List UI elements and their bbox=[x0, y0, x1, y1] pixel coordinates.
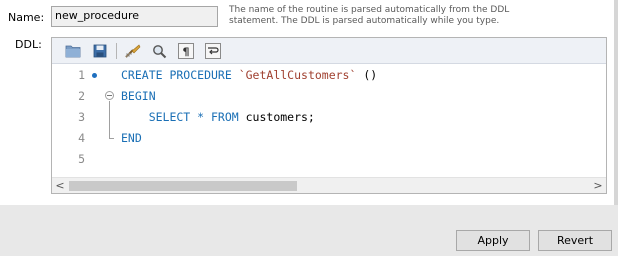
line-text: CREATE PROCEDURE `GetAllCustomers` () bbox=[121, 65, 377, 85]
plain-token: () bbox=[356, 68, 378, 82]
help-text-line-2: statement. The DDL is parsed automatical… bbox=[229, 16, 500, 26]
apply-button[interactable]: Apply bbox=[456, 230, 530, 251]
statement-marker-icon bbox=[92, 73, 97, 78]
svg-text:¶: ¶ bbox=[183, 46, 190, 59]
editor-toolbar: ¶ bbox=[52, 38, 606, 64]
line-number: 5 bbox=[78, 152, 85, 166]
code-line: 3 SELECT * FROM customers; bbox=[52, 107, 606, 127]
ddl-label: DDL: bbox=[15, 38, 42, 51]
routine-name-field[interactable]: new_procedure bbox=[51, 6, 218, 27]
find-icon bbox=[152, 44, 166, 58]
keyword-token: END bbox=[121, 131, 142, 145]
find-button[interactable] bbox=[150, 42, 168, 60]
code-line: 1 CREATE PROCEDURE `GetAllCustomers` () bbox=[52, 65, 606, 85]
word-wrap-icon bbox=[205, 43, 221, 59]
fold-end-marker bbox=[109, 138, 114, 139]
name-label: Name: bbox=[8, 11, 45, 24]
line-number: 3 bbox=[78, 110, 85, 124]
line-number: 4 bbox=[78, 131, 85, 145]
open-file-button[interactable] bbox=[64, 42, 82, 60]
scroll-right-icon[interactable]: > bbox=[590, 178, 606, 194]
help-text-line-1: The name of the routine is parsed automa… bbox=[229, 5, 510, 15]
line-text: END bbox=[121, 128, 142, 148]
toolbar-separator bbox=[116, 43, 117, 59]
show-invisibles-button[interactable]: ¶ bbox=[177, 42, 195, 60]
beautify-button[interactable] bbox=[123, 42, 141, 60]
revert-button[interactable]: Revert bbox=[538, 230, 612, 251]
fold-guide bbox=[109, 101, 110, 138]
plain-token: customers; bbox=[245, 110, 315, 124]
scroll-left-icon[interactable]: < bbox=[52, 178, 68, 194]
save-icon bbox=[93, 44, 107, 58]
horizontal-scrollbar[interactable]: < > bbox=[52, 177, 606, 193]
line-text: SELECT * FROM customers; bbox=[121, 107, 315, 127]
scrollbar-thumb[interactable] bbox=[69, 181, 297, 191]
code-line: 4 END bbox=[52, 128, 606, 148]
beautify-icon bbox=[124, 44, 140, 58]
panel-edge bbox=[614, 0, 618, 205]
save-button[interactable] bbox=[91, 42, 109, 60]
word-wrap-button[interactable] bbox=[204, 42, 222, 60]
keyword-token: CREATE PROCEDURE bbox=[121, 68, 239, 82]
code-area[interactable]: 1 CREATE PROCEDURE `GetAllCustomers` () … bbox=[52, 65, 606, 177]
help-text: The name of the routine is parsed automa… bbox=[229, 5, 519, 27]
keyword-token: BEGIN bbox=[121, 89, 156, 103]
ddl-editor[interactable]: ¶ 1 CREATE PROCEDURE `GetAllCustomers` (… bbox=[51, 37, 607, 194]
identifier-token: `GetAllCustomers` bbox=[238, 68, 357, 82]
line-number: 1 bbox=[78, 68, 85, 82]
code-line: 2 BEGIN bbox=[52, 86, 606, 106]
code-line: 5 bbox=[52, 149, 606, 169]
line-number: 2 bbox=[78, 89, 85, 103]
line-text: BEGIN bbox=[121, 86, 156, 106]
folder-icon bbox=[65, 45, 81, 58]
fold-toggle-icon[interactable] bbox=[105, 91, 114, 100]
keyword-token: SELECT * FROM bbox=[121, 110, 246, 124]
show-invisibles-icon: ¶ bbox=[178, 43, 194, 59]
